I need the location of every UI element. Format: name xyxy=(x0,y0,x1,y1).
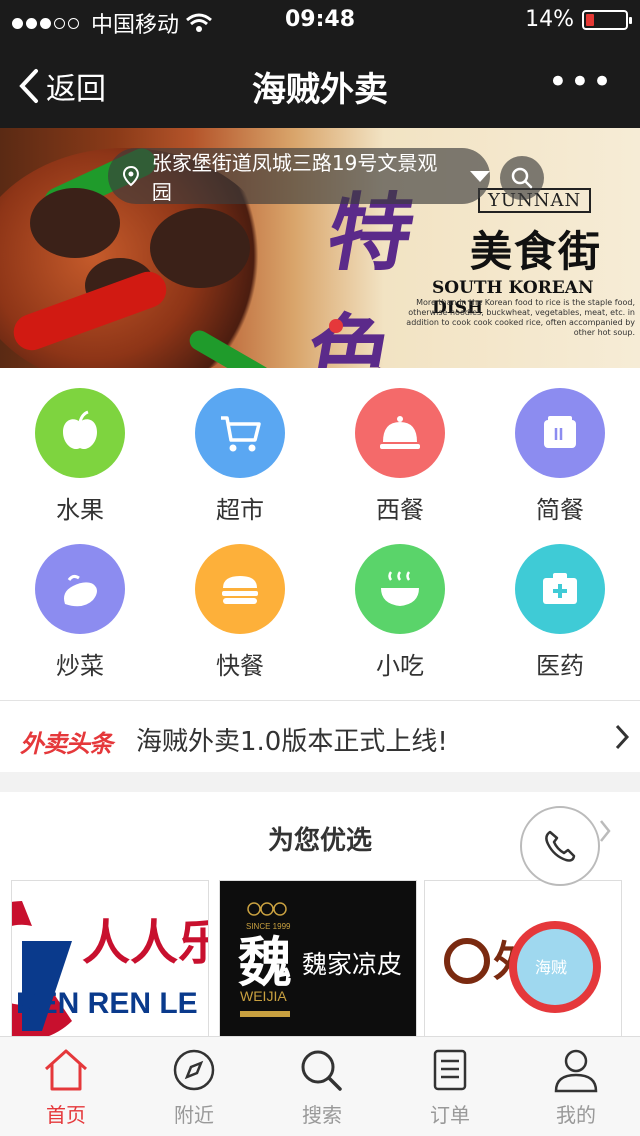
headline-text: 海贼外卖1.0版本正式上线! xyxy=(136,727,448,757)
category-label: 水果 xyxy=(56,496,104,524)
category-label: 医药 xyxy=(536,652,584,680)
category-label: 小吃 xyxy=(376,652,424,680)
burger-icon xyxy=(195,544,285,634)
category-label: 快餐 xyxy=(216,652,264,680)
category-grid: 水果 超市 西餐 简餐 炒菜 快餐 小吃 医药 xyxy=(0,368,640,700)
lunchbox-icon xyxy=(515,388,605,478)
order-list-icon xyxy=(433,1049,467,1091)
page-title: 海贼外卖 xyxy=(252,70,388,110)
location-pin-icon xyxy=(122,166,139,187)
status-bar: 中国移动 09:48 14% xyxy=(0,0,640,40)
category-supermarket[interactable]: 超市 xyxy=(160,368,320,528)
nav-bar: 返回 海贼外卖 ••• xyxy=(0,40,640,128)
category-stir-fry[interactable]: 炒菜 xyxy=(0,524,160,684)
eggplant-icon xyxy=(35,544,125,634)
category-label: 超市 xyxy=(216,496,264,524)
bowl-icon xyxy=(355,544,445,634)
tab-search[interactable]: 搜索 xyxy=(258,1047,386,1128)
store-card-weijia[interactable]: SINCE 1999 魏 WEIJIA 魏家凉皮 xyxy=(219,880,417,1040)
battery-percent: 14% xyxy=(525,7,574,32)
tab-nearby[interactable]: 附近 xyxy=(130,1047,258,1128)
store-card-renrenle[interactable]: 人人乐 REN REN LE xyxy=(11,880,209,1040)
mushroom-decoration xyxy=(30,188,120,258)
phone-icon xyxy=(545,830,576,862)
tab-home[interactable]: 首页 xyxy=(2,1047,130,1128)
floating-action-button[interactable] xyxy=(520,806,600,886)
compass-icon xyxy=(173,1049,215,1091)
banner-heading: 美食街 xyxy=(470,227,603,276)
category-label: 炒菜 xyxy=(56,652,104,680)
cloche-icon xyxy=(355,388,445,478)
home-icon xyxy=(44,1049,88,1091)
category-label: 西餐 xyxy=(376,496,424,524)
bottom-tab-bar: 首页 附近 搜索 订单 我的 xyxy=(0,1036,640,1136)
svg-text:魏家凉皮: 魏家凉皮 xyxy=(302,950,402,979)
tab-label: 首页 xyxy=(46,1103,86,1127)
category-fruit[interactable]: 水果 xyxy=(0,368,160,528)
banner-search-button[interactable] xyxy=(500,156,544,200)
category-label: 简餐 xyxy=(536,496,584,524)
tab-label: 搜索 xyxy=(302,1103,342,1127)
svg-text:WEIJIA: WEIJIA xyxy=(240,988,287,1004)
category-simple-meal[interactable]: 简餐 xyxy=(480,368,640,528)
category-fast-food[interactable]: 快餐 xyxy=(160,524,320,684)
svg-text:REN REN LE: REN REN LE xyxy=(16,987,198,1020)
search-icon xyxy=(511,167,533,189)
dropdown-arrow-icon xyxy=(470,170,490,182)
category-snacks[interactable]: 小吃 xyxy=(320,524,480,684)
search-icon xyxy=(301,1050,342,1091)
mushroom-decoration xyxy=(150,208,250,288)
banner-small-text: More than in the Korean food to rice is … xyxy=(406,298,635,337)
tab-orders[interactable]: 订单 xyxy=(386,1047,514,1128)
shopping-cart-icon xyxy=(195,388,285,478)
headline-tag: 外卖头条 xyxy=(20,730,113,758)
weijia-logo: SINCE 1999 魏 WEIJIA 魏家凉皮 xyxy=(238,902,402,1017)
location-text: 张家堡街道凤城三路19号文景观园 xyxy=(151,151,438,204)
svg-text:魏: 魏 xyxy=(238,931,292,994)
battery-icon xyxy=(582,9,632,30)
svg-text:海贼: 海贼 xyxy=(535,958,567,977)
location-selector[interactable]: 张家堡街道凤城三路19号文景观园 xyxy=(108,148,490,204)
tab-label: 我的 xyxy=(556,1103,596,1127)
tab-label: 订单 xyxy=(430,1103,470,1127)
news-headline[interactable]: 外卖头条 海贼外卖1.0版本正式上线! xyxy=(0,700,640,772)
store-card-third[interactable]: 外 海贼 xyxy=(424,880,622,1040)
category-medicine[interactable]: 医药 xyxy=(480,524,640,684)
chevron-right-icon xyxy=(600,820,611,842)
medicine-box-icon xyxy=(515,544,605,634)
battery-status: 14% xyxy=(525,7,632,32)
store-logo: 外 海贼 xyxy=(444,921,601,1013)
svg-text:人人乐: 人人乐 xyxy=(82,917,209,970)
svg-text:SINCE 1999: SINCE 1999 xyxy=(246,922,291,931)
renrenle-logo: 人人乐 REN REN LE xyxy=(12,901,209,1039)
carousel-indicator[interactable] xyxy=(329,319,343,333)
more-menu-button[interactable]: ••• xyxy=(548,62,614,102)
chevron-right-icon xyxy=(615,724,630,750)
user-icon xyxy=(554,1049,598,1093)
tab-mine[interactable]: 我的 xyxy=(512,1047,640,1128)
category-western[interactable]: 西餐 xyxy=(320,368,480,528)
tab-label: 附近 xyxy=(174,1103,214,1127)
apple-icon xyxy=(35,388,125,478)
